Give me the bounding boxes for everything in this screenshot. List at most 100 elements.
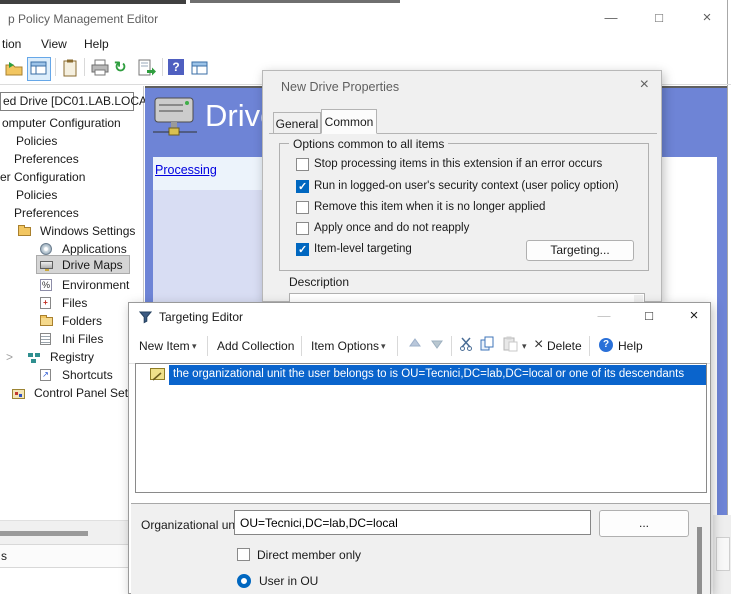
direct-member-label[interactable]: Direct member only <box>257 548 361 562</box>
refresh-icon[interactable]: ↻ <box>114 59 132 77</box>
new-window-icon[interactable] <box>191 59 209 77</box>
console-tree-toggle-icon[interactable] <box>27 57 51 81</box>
checkbox-label[interactable]: Apply once and do not reapply <box>314 222 469 234</box>
move-down-icon[interactable] <box>429 336 445 356</box>
checkbox-run-in-context[interactable] <box>296 180 309 193</box>
delete-button[interactable]: Delete <box>547 339 582 353</box>
group-box-label: Options common to all items <box>289 137 448 151</box>
folders-icon <box>40 317 53 326</box>
dialog-title: Targeting Editor <box>159 310 243 324</box>
export-list-icon[interactable] <box>137 59 156 77</box>
processing-strip: Processing <box>153 157 262 190</box>
tree-item-root[interactable]: ed Drive [DC01.LAB.LOCA <box>0 92 142 110</box>
window-right-edge <box>727 0 728 594</box>
checkbox-apply-once[interactable] <box>296 222 309 235</box>
tree-item-files[interactable]: + Files <box>0 294 142 312</box>
pane-right-blue-strip <box>717 157 727 515</box>
details-vscrollbar-thumb[interactable] <box>697 527 702 594</box>
move-up-icon[interactable] <box>407 336 423 356</box>
checkbox-label[interactable]: Run in logged-on user's security context… <box>314 180 619 192</box>
percent-icon: % <box>40 279 52 291</box>
tree-item-policies[interactable]: Policies <box>0 132 142 150</box>
menu-item-view[interactable]: View <box>41 37 67 51</box>
toolbar-separator <box>55 58 56 76</box>
close-icon[interactable]: × <box>640 76 649 94</box>
tree-item-user-configuration[interactable]: er Configuration <box>0 168 142 186</box>
menu-item-action[interactable]: tion <box>2 37 21 51</box>
direct-member-checkbox[interactable] <box>237 548 250 561</box>
maximize-button[interactable]: □ <box>644 8 674 28</box>
export-folder-icon[interactable] <box>5 59 23 77</box>
tab-general[interactable]: General <box>273 112 321 134</box>
targeting-list-row[interactable]: the organizational unit the user belongs… <box>136 365 706 385</box>
chevron-down-icon[interactable]: ▾ <box>381 341 386 352</box>
ini-files-icon <box>40 333 51 345</box>
copy-icon[interactable] <box>480 336 495 356</box>
cut-icon[interactable] <box>459 336 474 356</box>
behind-scroll-button <box>716 537 730 571</box>
tree-item-environment[interactable]: % Environment <box>0 276 142 294</box>
item-options-button[interactable]: Item Options <box>311 339 379 353</box>
tree-item-registry[interactable]: > Registry <box>0 348 142 366</box>
organizational-unit-label: Organizational unit <box>141 518 241 532</box>
user-in-ou-radio[interactable] <box>237 574 251 588</box>
checkbox-label[interactable]: Remove this item when it is no longer ap… <box>314 201 545 213</box>
chevron-down-icon[interactable]: ▾ <box>522 341 527 352</box>
details-vscrollbar-track[interactable] <box>693 504 705 594</box>
organizational-unit-input[interactable] <box>234 510 591 535</box>
help-button[interactable]: Help <box>618 339 643 353</box>
behind-panel-band: s <box>0 544 142 568</box>
chevron-down-icon[interactable]: ▾ <box>192 341 197 352</box>
tree-item-preferences-2[interactable]: Preferences <box>0 204 142 222</box>
shortcuts-icon: ↗ <box>40 369 51 381</box>
tree-item-policies-2[interactable]: Policies <box>0 186 142 204</box>
targeting-editor-dialog: Targeting Editor — □ × New Item ▾ Add Co… <box>128 302 711 594</box>
checkbox-label[interactable]: Item-level targeting <box>314 243 412 255</box>
help-icon[interactable]: ? <box>599 338 613 352</box>
targeting-button[interactable]: Targeting... <box>526 240 634 261</box>
targeting-item-icon <box>150 368 165 380</box>
dialog-title: New Drive Properties <box>281 80 399 94</box>
tab-common[interactable]: Common <box>321 109 377 134</box>
tree-item-drive-maps[interactable]: Drive Maps <box>0 254 142 274</box>
add-collection-button[interactable]: Add Collection <box>217 339 294 353</box>
tree-item-control-panel[interactable]: Control Panel Sett <box>0 384 142 402</box>
close-icon[interactable]: × <box>679 306 709 326</box>
tree-item-computer-configuration[interactable]: omputer Configuration <box>0 114 142 132</box>
minimize-icon[interactable]: — <box>589 306 619 326</box>
processing-link[interactable]: Processing <box>155 163 217 177</box>
targeting-rule-text[interactable]: the organizational unit the user belongs… <box>173 368 684 380</box>
minimize-button[interactable]: — <box>596 8 626 28</box>
clipboard-icon[interactable] <box>61 59 79 77</box>
checkbox-stop-processing[interactable] <box>296 158 309 171</box>
tree-hscrollbar-thumb[interactable] <box>0 531 88 536</box>
toolbar-separator <box>301 336 302 356</box>
behind-window-edge <box>0 0 186 4</box>
new-item-button[interactable]: New Item <box>139 339 190 353</box>
partial-text: s <box>1 549 7 563</box>
print-icon[interactable] <box>90 59 110 77</box>
checkbox-item-level-targeting[interactable] <box>296 243 309 256</box>
targeting-item-list[interactable]: the organizational unit the user belongs… <box>135 363 707 493</box>
checkbox-label[interactable]: Stop processing items in this extension … <box>314 158 602 170</box>
tree-item-windows-settings[interactable]: Windows Settings <box>0 222 142 240</box>
user-in-ou-label[interactable]: User in OU <box>259 574 318 588</box>
menu-item-help[interactable]: Help <box>84 37 109 51</box>
targeting-details-panel: Organizational unit ... Direct member on… <box>131 503 710 594</box>
help-icon[interactable]: ? <box>168 59 184 75</box>
tree-item-preferences[interactable]: Preferences <box>0 150 142 168</box>
browse-button[interactable]: ... <box>599 510 689 537</box>
tree-hscrollbar-track[interactable] <box>0 520 142 545</box>
toolbar-separator <box>84 58 85 76</box>
expander-chevron-icon[interactable]: > <box>6 350 13 364</box>
maximize-icon[interactable]: □ <box>634 306 664 326</box>
paste-icon[interactable] <box>503 336 518 356</box>
checkbox-remove-item[interactable] <box>296 201 309 214</box>
delete-x-icon[interactable]: × <box>534 336 543 354</box>
tree-item-shortcuts[interactable]: ↗ Shortcuts <box>0 366 142 384</box>
tree-item-ini-files[interactable]: Ini Files <box>0 330 142 348</box>
drive-maps-icon <box>40 261 53 269</box>
tree-item-folders[interactable]: Folders <box>0 312 142 330</box>
close-button[interactable]: × <box>692 8 722 28</box>
control-panel-icon <box>12 389 25 399</box>
